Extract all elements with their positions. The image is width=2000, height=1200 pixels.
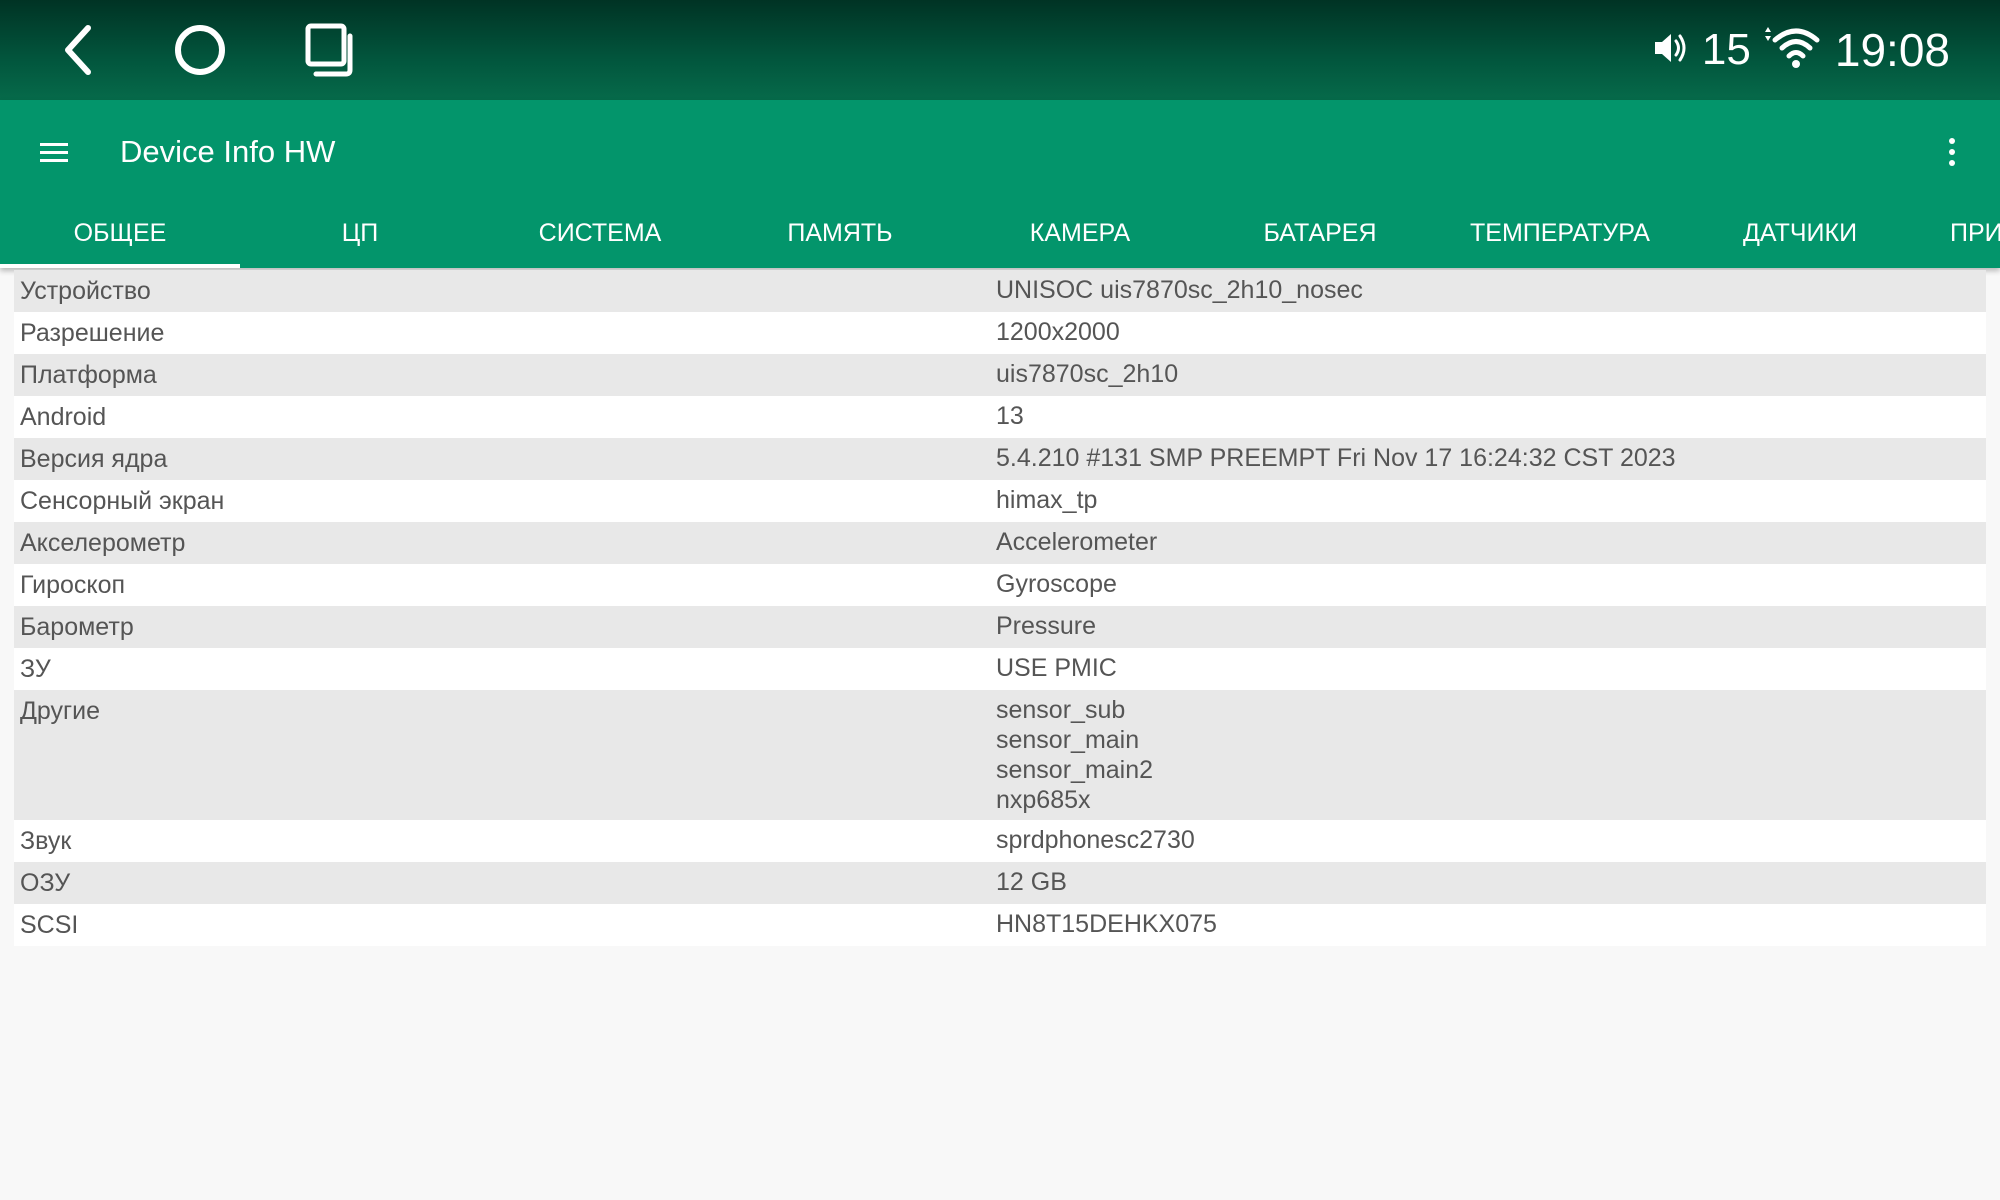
table-row: ОЗУ 12 GB bbox=[14, 862, 1986, 904]
row-label: Платформа bbox=[20, 361, 157, 389]
volume-level: 15 bbox=[1701, 25, 1751, 74]
table-row: Акселерометр Accelerometer bbox=[14, 522, 1986, 564]
home-icon[interactable] bbox=[170, 20, 230, 80]
row-value: UNISOC uis7870sc_2h10_nosec bbox=[996, 276, 1363, 304]
table-row: Версия ядра 5.4.210 #131 SMP PREEMPT Fri… bbox=[14, 438, 1986, 480]
table-row: ЗУ USE PMIC bbox=[14, 648, 1986, 690]
tab-bar: ОБЩЕЕ ЦП СИСТЕМА ПАМЯТЬ КАМЕРА БАТАРЕЯ Т… bbox=[0, 208, 2000, 268]
hamburger-menu-icon[interactable] bbox=[30, 128, 78, 176]
row-value: uis7870sc_2h10 bbox=[996, 360, 1179, 388]
app-bar: Device Info HW ОБЩЕЕ ЦП СИСТЕМА ПАМЯТЬ К… bbox=[0, 100, 2000, 268]
row-label: Другие bbox=[20, 697, 101, 725]
table-row: Устройство UNISOC uis7870sc_2h10_nosec bbox=[14, 270, 1986, 312]
tab-temperature[interactable]: ТЕМПЕРАТУРА bbox=[1440, 208, 1680, 268]
row-label: Гироскоп bbox=[20, 571, 126, 599]
app-title: Device Info HW bbox=[120, 134, 336, 169]
row-value: sprdphonesc2730 bbox=[996, 826, 1195, 854]
status-indicators: 15 19:08 bbox=[1652, 22, 1950, 78]
system-status-bar: 15 19:08 bbox=[0, 0, 2000, 100]
table-row: Другие sensor_sub sensor_main sensor_mai… bbox=[14, 690, 1986, 820]
row-value: USE PMIC bbox=[996, 654, 1117, 682]
table-row: Барометр Pressure bbox=[14, 606, 1986, 648]
row-label: Версия ядра bbox=[20, 445, 168, 473]
row-value: 5.4.210 #131 SMP PREEMPT Fri Nov 17 16:2… bbox=[996, 444, 1676, 472]
row-label: SCSI bbox=[20, 911, 79, 939]
row-label: Сенсорный экран bbox=[20, 487, 225, 515]
volume-icon bbox=[1652, 30, 1688, 71]
recents-icon[interactable] bbox=[300, 20, 360, 80]
row-value: Gyroscope bbox=[996, 570, 1117, 598]
row-value: himax_tp bbox=[996, 486, 1098, 514]
row-label: Разрешение bbox=[20, 319, 165, 347]
row-label: Звук bbox=[20, 827, 72, 855]
table-row: Гироскоп Gyroscope bbox=[14, 564, 1986, 606]
row-value: 1200x2000 bbox=[996, 318, 1120, 346]
row-label: ЗУ bbox=[20, 655, 51, 683]
clock: 19:08 bbox=[1834, 24, 1950, 76]
table-row: Платформа uis7870sc_2h10 bbox=[14, 354, 1986, 396]
tab-system[interactable]: СИСТЕМА bbox=[480, 208, 720, 268]
table-row: Android 13 bbox=[14, 396, 1986, 438]
tab-camera[interactable]: КАМЕРА bbox=[960, 208, 1200, 268]
row-value: 13 bbox=[996, 402, 1024, 430]
tab-battery[interactable]: БАТАРЕЯ bbox=[1200, 208, 1440, 268]
row-value: 12 GB bbox=[996, 868, 1067, 896]
row-value: Accelerometer bbox=[996, 528, 1158, 556]
row-label: Барометр bbox=[20, 613, 134, 641]
tab-general[interactable]: ОБЩЕЕ bbox=[0, 208, 240, 268]
table-row: Звук sprdphonesc2730 bbox=[14, 820, 1986, 862]
tab-sensors[interactable]: ДАТЧИКИ bbox=[1680, 208, 1920, 268]
row-label: ОЗУ bbox=[20, 869, 71, 897]
row-label: Android bbox=[20, 403, 107, 431]
row-label: Акселерометр bbox=[20, 529, 186, 557]
table-row: Сенсорный экран himax_tp bbox=[14, 480, 1986, 522]
row-value: Pressure bbox=[996, 612, 1097, 640]
tab-cpu[interactable]: ЦП bbox=[240, 208, 480, 268]
tab-apps[interactable]: ПРИ bbox=[1920, 208, 2000, 268]
row-value: sensor_sub sensor_main sensor_main2 nxp6… bbox=[996, 696, 1154, 814]
more-vert-icon[interactable] bbox=[1932, 128, 1972, 176]
device-info-table: Устройство UNISOC uis7870sc_2h10_nosec Р… bbox=[14, 270, 1986, 946]
row-value: HN8T15DEHKX075 bbox=[996, 910, 1217, 938]
table-row: SCSI HN8T15DEHKX075 bbox=[14, 904, 1986, 946]
row-label: Устройство bbox=[20, 277, 151, 305]
tab-memory[interactable]: ПАМЯТЬ bbox=[720, 208, 960, 268]
wifi-icon bbox=[1761, 26, 1821, 75]
table-row: Разрешение 1200x2000 bbox=[14, 312, 1986, 354]
back-icon[interactable] bbox=[48, 20, 108, 80]
